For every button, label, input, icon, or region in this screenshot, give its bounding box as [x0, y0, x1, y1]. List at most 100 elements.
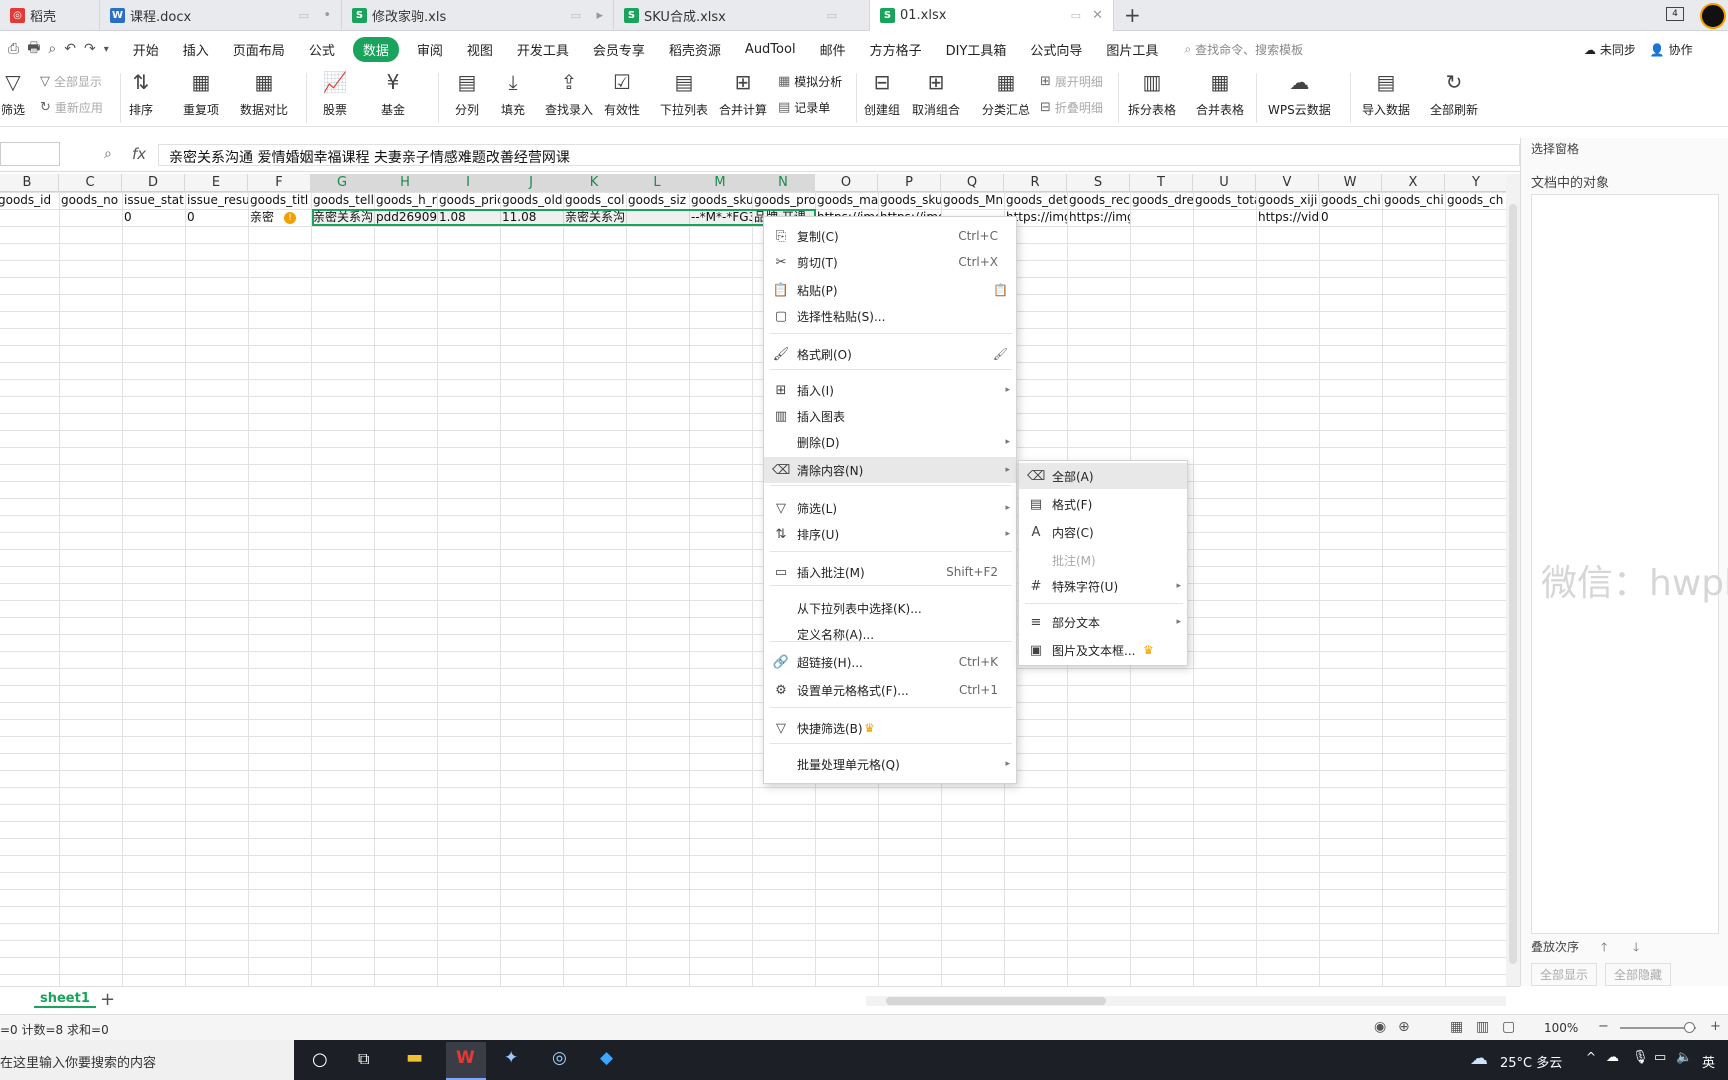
name-box[interactable] — [0, 142, 60, 166]
cell[interactable]: goods_id — [0, 192, 59, 209]
context-menu-item[interactable]: 从下拉列表中选择(K)... — [764, 595, 1016, 621]
cell[interactable]: --*M*-*FG3 — [689, 209, 752, 226]
show-all-button[interactable]: ▽ 全部显示 — [40, 73, 102, 90]
menu-tab-8[interactable]: 会员专享 — [593, 40, 645, 59]
cell[interactable]: 亲密关系沟 — [563, 209, 626, 226]
format-painter-icon[interactable]: 📋 — [993, 283, 1008, 297]
taskbar-search[interactable]: 在这里输入你要搜索的内容 — [0, 1040, 294, 1080]
cell[interactable]: 11.08 — [500, 209, 563, 226]
cortana-icon[interactable]: ○ — [312, 1049, 328, 1070]
pane-title[interactable]: 选择窗格 — [1531, 140, 1579, 157]
close-icon[interactable]: ▸ — [596, 8, 603, 23]
menu-tab-0[interactable]: 开始 — [133, 40, 159, 59]
arrow-down-icon[interactable]: 🡓 — [1633, 938, 1639, 959]
file-explorer-icon[interactable]: ▬ — [406, 1047, 423, 1068]
menu-tab-4[interactable]: 数据 — [352, 36, 399, 62]
arrow-up-icon[interactable]: 🡑 — [1601, 938, 1607, 959]
submenu-item[interactable]: ⌫ 全部(A) — [1019, 463, 1187, 489]
scroll-thumb[interactable] — [1509, 204, 1517, 964]
cell[interactable]: https://vide — [1256, 209, 1319, 226]
column-header-S[interactable]: S — [1067, 174, 1130, 192]
file-tab-sku-xlsx[interactable]: S SKU合成.xlsx ▭ — [614, 0, 870, 31]
page-break-icon[interactable]: ▢ — [1502, 1019, 1515, 1035]
task-view-icon[interactable]: ⧉ — [358, 1049, 369, 1069]
cell[interactable]: goods_xiji — [1256, 192, 1319, 209]
filter-button[interactable]: ▽ 筛选 — [0, 69, 26, 118]
column-header-Q[interactable]: Q — [941, 174, 1004, 192]
collab-button[interactable]: 👤 协作 — [1650, 41, 1693, 58]
cell[interactable]: goods_Mn — [941, 192, 1004, 209]
format-painter-icon[interactable]: 🖌 — [993, 347, 1008, 361]
fx-icon[interactable]: fx — [132, 145, 146, 163]
app-icon[interactable]: ✦ — [504, 1048, 518, 1068]
menu-tab-12[interactable]: 方方格子 — [870, 40, 922, 59]
command-search[interactable]: ⌕ 查找命令、搜索模板 — [1184, 41, 1303, 58]
close-icon[interactable]: ✕ — [1092, 8, 1103, 23]
cell[interactable]: 亲密 — [248, 209, 311, 226]
cell[interactable]: goods_rec — [1067, 192, 1130, 209]
new-tab-icon[interactable]: + — [1124, 3, 1141, 27]
submenu-item[interactable]: ▤ 格式(F) — [1019, 491, 1187, 517]
fill-button[interactable]: ⤓ 填充 — [500, 69, 526, 118]
zoom-level[interactable]: 100% — [1544, 1021, 1578, 1035]
subtotal-button[interactable]: ▦ 分类汇总 — [982, 69, 1030, 118]
expand-detail-button[interactable]: ⊞ 展开明细 — [1040, 73, 1103, 90]
cell[interactable]: goods_siz — [626, 192, 689, 209]
consolidate-button[interactable]: ⊞ 合并计算 — [719, 69, 767, 118]
refresh-all-button[interactable]: ↻ 全部刷新 — [1430, 69, 1478, 118]
cell[interactable]: 1.08 — [437, 209, 500, 226]
zoom-slider-handle[interactable] — [1684, 1022, 1695, 1033]
add-sheet-icon[interactable]: + — [100, 989, 115, 1010]
context-menu-item[interactable]: ⊞ 插入(I) ▸ — [764, 377, 1016, 403]
menu-tab-3[interactable]: 公式 — [309, 40, 335, 59]
column-header-R[interactable]: R — [1004, 174, 1067, 192]
duplicates-button[interactable]: ▦ 重复项 — [183, 69, 219, 118]
column-header-K[interactable]: K — [563, 174, 626, 192]
context-menu-item[interactable]: 📋 粘贴(P) 📋 — [764, 277, 1016, 303]
pin-icon[interactable]: ▭ — [299, 9, 309, 22]
context-menu-item[interactable]: ⎘ 复制(C) Ctrl+C — [764, 223, 1016, 249]
wps-cloud-data-button[interactable]: ☁ WPS云数据 — [1268, 69, 1331, 118]
sort-button[interactable]: ⇅ 排序 — [128, 69, 154, 118]
page-layout-icon[interactable]: ▥ — [1476, 1019, 1489, 1035]
sheet-tab-sheet1[interactable]: sheet1 — [34, 991, 96, 1008]
cell[interactable]: https://img — [1067, 209, 1130, 226]
context-menu-item[interactable]: ⌫ 清除内容(N) ▸ — [764, 457, 1016, 483]
cell[interactable]: goods_col — [563, 192, 626, 209]
column-header-M[interactable]: M — [689, 174, 752, 192]
tray-chevron-icon[interactable]: ^ — [1586, 1050, 1596, 1064]
fund-button[interactable]: ¥ 基金 — [380, 69, 406, 118]
pin-icon[interactable]: ▭ — [571, 9, 581, 22]
context-menu-item[interactable]: ✂ 剪切(T) Ctrl+X — [764, 249, 1016, 275]
context-menu-item[interactable]: ▽ 筛选(L) ▸ — [764, 495, 1016, 521]
split-table-button[interactable]: ▥ 拆分表格 — [1128, 69, 1176, 118]
split-column-button[interactable]: ▤ 分列 — [454, 69, 480, 118]
cell[interactable]: goods_ma — [815, 192, 878, 209]
create-group-button[interactable]: ⊟ 创建组 — [864, 69, 900, 118]
column-header-J[interactable]: J — [500, 174, 563, 192]
vertical-scrollbar[interactable] — [1506, 174, 1520, 986]
app-icon[interactable]: ◎ — [552, 1048, 567, 1068]
eye-protection-icon[interactable]: ◉ — [1374, 1019, 1386, 1035]
cell[interactable]: goods_tota — [1193, 192, 1256, 209]
cell[interactable]: issue_stat — [122, 192, 185, 209]
menu-tab-13[interactable]: DIY工具箱 — [946, 40, 1007, 59]
cell[interactable]: issue_resu — [185, 192, 248, 209]
cell[interactable]: goods_chi — [1382, 192, 1445, 209]
merge-table-button[interactable]: ▦ 合并表格 — [1196, 69, 1244, 118]
cell[interactable]: goods_pric — [437, 192, 500, 209]
column-header-F[interactable]: F — [248, 174, 311, 192]
validity-button[interactable]: ☑ 有效性 — [604, 69, 640, 118]
spreadsheet-grid[interactable]: BCDEFGHIJKLMNOPQRSTUVWXY goods_id goods_n… — [0, 174, 1506, 986]
close-icon[interactable]: • — [323, 8, 331, 23]
cell[interactable]: goods_dre — [1130, 192, 1193, 209]
column-header-T[interactable]: T — [1130, 174, 1193, 192]
submenu-item[interactable]: A 内容(C) — [1019, 519, 1187, 545]
window-count-badge[interactable]: 4 — [1666, 7, 1684, 21]
cell[interactable]: pdd269097 — [374, 209, 437, 226]
network-icon[interactable]: ▭ — [1654, 1050, 1666, 1065]
column-header-B[interactable]: B — [0, 174, 59, 192]
column-header-U[interactable]: U — [1193, 174, 1256, 192]
cell[interactable]: goods_chi — [1319, 192, 1382, 209]
menu-tab-6[interactable]: 视图 — [467, 40, 493, 59]
